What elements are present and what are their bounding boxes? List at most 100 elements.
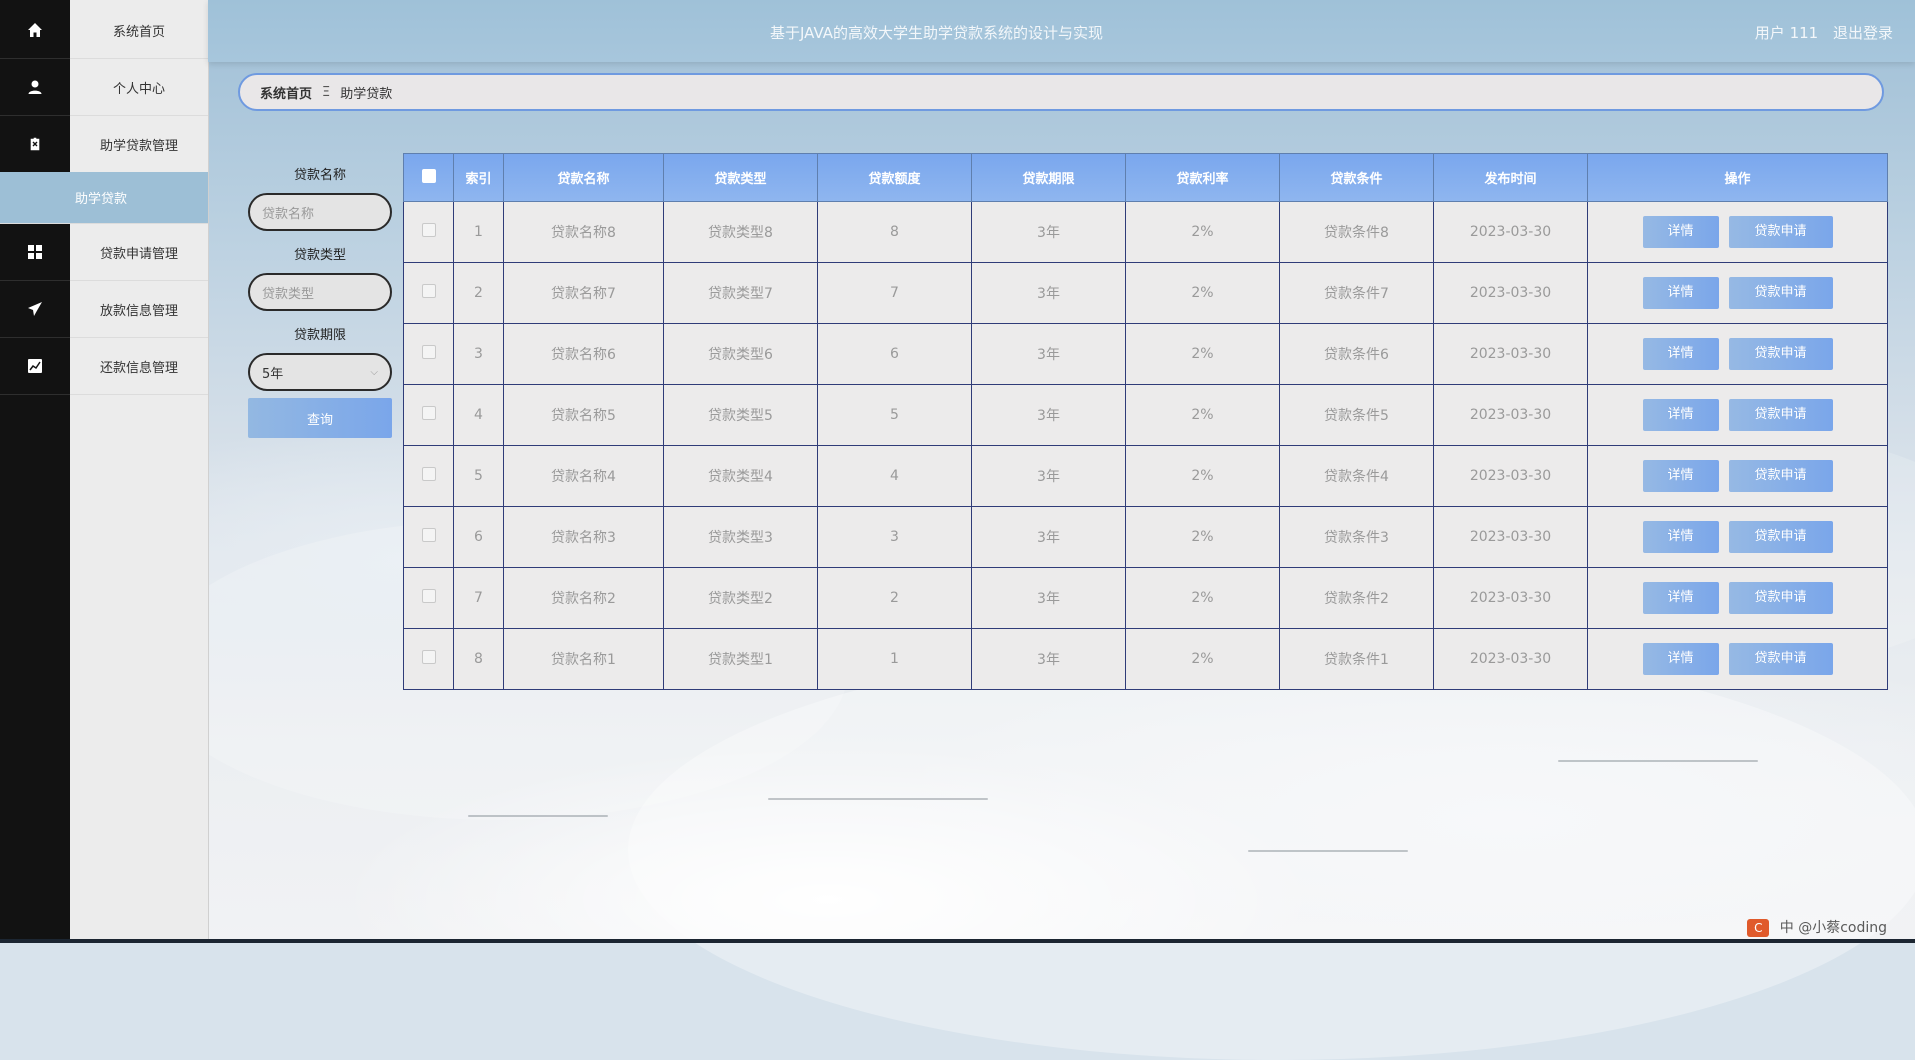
row-loan-rate: 2% (1125, 445, 1280, 507)
row-select-cell[interactable] (403, 628, 454, 690)
table-header-row: 索引 贷款名称 贷款类型 贷款额度 贷款期限 贷款利率 贷款条件 发布时间 操作 (403, 153, 1888, 202)
row-loan-name: 贷款名称3 (503, 506, 664, 568)
apply-button[interactable]: 贷款申请 (1728, 582, 1833, 614)
row-loan-rate: 2% (1125, 628, 1280, 690)
checkbox[interactable] (421, 650, 436, 664)
row-loan-condition: 贷款条件4 (1279, 445, 1434, 507)
detail-button[interactable]: 详情 (1642, 521, 1719, 553)
apply-button[interactable]: 贷款申请 (1728, 277, 1833, 309)
row-select-cell[interactable] (403, 262, 454, 324)
row-loan-amount: 5 (817, 384, 972, 446)
row-publish-date: 2023-03-30 (1433, 567, 1588, 629)
row-publish-date: 2023-03-30 (1433, 506, 1588, 568)
checkbox[interactable] (421, 406, 436, 420)
sidebar-item-label: 还款信息管理 (99, 360, 178, 376)
row-publish-date: 2023-03-30 (1433, 628, 1588, 690)
detail-button[interactable]: 详情 (1642, 460, 1719, 492)
row-publish-date: 2023-03-30 (1433, 445, 1588, 507)
top-bar: 基于JAVA的高效大学生助学贷款系统的设计与实现 用户 111 退出登录 (208, 0, 1915, 62)
breadcrumb-home[interactable]: 系统首页 (260, 83, 312, 102)
detail-button[interactable]: 详情 (1642, 582, 1719, 614)
rail-home[interactable] (0, 2, 70, 59)
row-select-cell[interactable] (403, 384, 454, 446)
row-loan-name: 贷款名称1 (503, 628, 664, 690)
row-loan-amount: 1 (817, 628, 972, 690)
apply-button[interactable]: 贷款申请 (1728, 460, 1833, 492)
row-select-cell[interactable] (403, 445, 454, 507)
sidebar-item-loan-manage[interactable]: 助学贷款管理 (70, 116, 208, 173)
query-button[interactable]: 查询 (248, 398, 392, 438)
detail-button[interactable]: 详情 (1642, 338, 1719, 370)
checkbox[interactable] (421, 223, 436, 237)
row-loan-condition: 贷款条件1 (1279, 628, 1434, 690)
loan-type-input[interactable]: 贷款类型 (248, 273, 392, 311)
user-icon (28, 80, 42, 94)
header-select-all[interactable] (403, 153, 454, 202)
checkbox[interactable] (421, 528, 436, 542)
header-publish-date: 发布时间 (1433, 153, 1588, 202)
header-loan-rate: 贷款利率 (1125, 153, 1280, 202)
apply-button[interactable]: 贷款申请 (1728, 338, 1833, 370)
row-select-cell[interactable] (403, 506, 454, 568)
row-loan-amount: 6 (817, 323, 972, 385)
checkbox[interactable] (421, 467, 436, 481)
row-select-cell[interactable] (403, 201, 454, 263)
rail-disbursement[interactable] (0, 281, 70, 338)
rail-application[interactable] (0, 224, 70, 281)
row-publish-date: 2023-03-30 (1433, 262, 1588, 324)
checkbox[interactable] (421, 345, 436, 359)
row-select-cell[interactable] (403, 323, 454, 385)
sidebar-item-application[interactable]: 贷款申请管理 (70, 224, 208, 281)
home-icon (28, 23, 42, 37)
row-loan-name: 贷款名称4 (503, 445, 664, 507)
apply-button[interactable]: 贷款申请 (1728, 643, 1833, 675)
loan-name-label: 贷款名称 (293, 168, 346, 183)
checkbox[interactable] (421, 589, 436, 603)
row-loan-type: 贷款类型6 (663, 323, 818, 385)
row-loan-amount: 8 (817, 201, 972, 263)
breadcrumb-separator: Ξ (322, 84, 331, 100)
checkbox[interactable] (421, 284, 436, 298)
row-actions: 详情 贷款申请 (1587, 201, 1888, 263)
checkbox[interactable] (421, 168, 436, 183)
header-loan-amount: 贷款额度 (817, 153, 972, 202)
detail-button[interactable]: 详情 (1642, 277, 1719, 309)
header-loan-term: 贷款期限 (971, 153, 1126, 202)
row-loan-condition: 贷款条件5 (1279, 384, 1434, 446)
row-loan-term: 3年 (971, 262, 1126, 324)
sidebar-item-home[interactable]: 系统首页 (70, 2, 208, 59)
rail-repayment[interactable] (0, 338, 70, 395)
apply-button[interactable]: 贷款申请 (1728, 399, 1833, 431)
sidebar-item-repayment[interactable]: 还款信息管理 (70, 338, 208, 395)
row-loan-condition: 贷款条件8 (1279, 201, 1434, 263)
detail-button[interactable]: 详情 (1642, 399, 1719, 431)
send-icon (28, 302, 42, 316)
row-loan-amount: 4 (817, 445, 972, 507)
loan-term-select[interactable]: 5年 ⌵ (248, 353, 392, 391)
row-loan-term: 3年 (971, 445, 1126, 507)
apply-button[interactable]: 贷款申请 (1728, 521, 1833, 553)
sidebar-item-profile[interactable]: 个人中心 (70, 59, 208, 116)
row-loan-name: 贷款名称7 (503, 262, 664, 324)
header-loan-type: 贷款类型 (663, 153, 818, 202)
row-loan-type: 贷款类型5 (663, 384, 818, 446)
detail-button[interactable]: 详情 (1642, 216, 1719, 248)
row-loan-term: 3年 (971, 384, 1126, 446)
detail-button[interactable]: 详情 (1642, 643, 1719, 675)
row-select-cell[interactable] (403, 567, 454, 629)
sidebar-item-label: 系统首页 (112, 24, 165, 40)
loan-term-value: 5年 (262, 366, 284, 382)
logout-link[interactable]: 退出登录 (1833, 24, 1893, 42)
row-loan-term: 3年 (971, 201, 1126, 263)
sidebar-item-disbursement[interactable]: 放款信息管理 (70, 281, 208, 338)
apply-button[interactable]: 贷款申请 (1728, 216, 1833, 248)
row-actions: 详情 贷款申请 (1587, 445, 1888, 507)
row-loan-rate: 2% (1125, 323, 1280, 385)
sidebar-item-student-loan[interactable]: 助学贷款 (0, 172, 208, 224)
rail-loan-manage[interactable] (0, 116, 70, 173)
row-actions: 详情 贷款申请 (1587, 567, 1888, 629)
table-row: 3 贷款名称6 贷款类型6 6 3年 2% 贷款条件6 2023-03-30 详情 贷款申请 (403, 323, 1888, 385)
loan-name-input[interactable]: 贷款名称 (248, 193, 392, 231)
table-row: 1 贷款名称8 贷款类型8 8 3年 2% 贷款条件8 2023-03-30 详情 贷款申请 (403, 201, 1888, 263)
rail-profile[interactable] (0, 59, 70, 116)
